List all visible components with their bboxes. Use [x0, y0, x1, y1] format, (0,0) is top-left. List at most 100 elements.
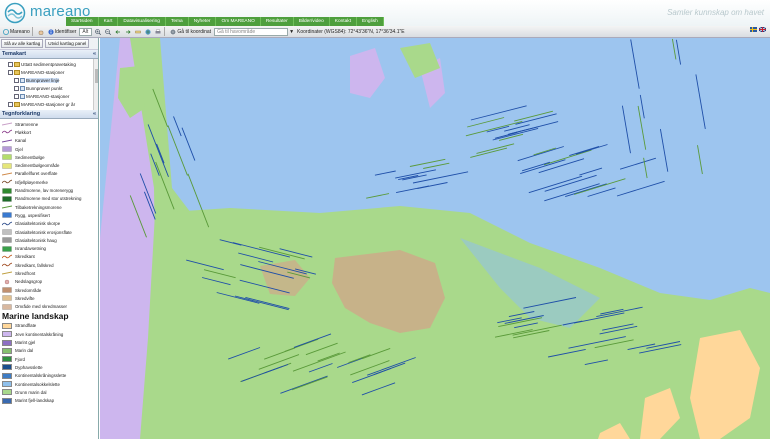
legend-swatch: [2, 262, 12, 267]
swedish-flag-icon[interactable]: [750, 27, 757, 32]
legend-swatch: [2, 196, 12, 202]
legend-label: Glasialtektonisk skorpe: [15, 221, 61, 227]
layer-checkbox[interactable]: [14, 77, 19, 83]
main-nav: Startsiden Kart Datavisualisering Tema Nyhet…: [66, 17, 384, 26]
legend-swatch: [2, 237, 12, 243]
legend-header[interactable]: Tegnforklaring «: [0, 110, 98, 119]
nav-item[interactable]: Om MAREANO: [216, 17, 261, 26]
back-button[interactable]: [115, 29, 122, 35]
legend-item: Glasialtektonisk erosjonsflate: [2, 228, 96, 236]
legend-label: Tilbaketrekningsmorene: [15, 204, 62, 210]
layer-tree-scrollbar[interactable]: [93, 59, 98, 110]
ruler-icon: [135, 30, 142, 33]
legend-rows: Strømrenne Pløkkort Kanal Gjel Sedimentbølge…: [2, 120, 96, 311]
uk-flag-icon[interactable]: [759, 27, 766, 32]
layer-label: MAREANO-stasjoner: [21, 69, 65, 75]
layer-tree-item[interactable]: Bunnprøver punkt: [2, 84, 96, 92]
map-toolbar: Mareano Identifiser Alt Gå til koordinat…: [0, 26, 770, 38]
legend-swatch: [2, 287, 12, 293]
layer-tree-item[interactable]: Uttatt sedimentprøvetaking: [2, 60, 96, 68]
hand-icon: [38, 30, 43, 35]
legend-swatch: [2, 221, 12, 225]
identify-tool[interactable]: Identifiser: [48, 28, 76, 35]
pan-tool[interactable]: [38, 29, 45, 35]
layer-label: MAREANO-stasjoner: [26, 93, 70, 99]
layer-checkbox[interactable]: [14, 85, 19, 91]
area-select[interactable]: Gå til havområde ▼: [214, 27, 294, 36]
expand-layer-panel-button[interactable]: Utvid kartlag panel: [45, 39, 90, 48]
theme-maps-header[interactable]: Temakart «: [0, 50, 98, 59]
map-canvas[interactable]: [100, 38, 770, 439]
legend-label: Pløkkort: [15, 129, 32, 135]
nav-item[interactable]: Kontakt: [330, 17, 358, 26]
nav-item[interactable]: Resultater: [261, 17, 294, 26]
nav-item[interactable]: Datavisualisering: [118, 17, 166, 26]
layer-tree-item[interactable]: MAREANO-stasjoner: [2, 92, 96, 100]
legend-item: Kanal: [2, 137, 96, 145]
landscape-swatch: [2, 339, 12, 346]
layer-checkbox[interactable]: [8, 61, 13, 67]
legend-item: Glasialtektonisk skorpe: [2, 220, 96, 228]
site-header: mareano Samler kunnskap om havet Startsi…: [0, 0, 770, 26]
nav-item[interactable]: Bilder/video: [294, 17, 330, 26]
forward-button[interactable]: [125, 29, 132, 35]
nav-item[interactable]: Startsiden: [66, 17, 99, 26]
legend-swatch: [2, 162, 12, 169]
measure-button[interactable]: [135, 29, 142, 35]
legend-label: Rygg, uspesifisert: [15, 212, 50, 218]
layer-tree-item[interactable]: Bunnprøver linje: [2, 76, 96, 84]
info-icon: [48, 28, 54, 35]
collapse-icon[interactable]: «: [93, 51, 96, 57]
scrollbar-thumb[interactable]: [95, 69, 98, 83]
turn-off-all-layers-button[interactable]: Slå av alle kartlag: [1, 39, 44, 48]
area-select-input: Gå til havområde: [214, 27, 289, 36]
theme-maps-title: Temakart: [2, 51, 27, 57]
landscape-swatch: [2, 356, 12, 363]
landscape-swatch: [2, 372, 12, 379]
map-svg[interactable]: [100, 38, 770, 439]
legend-label: Glasialtektonisk haug: [15, 237, 57, 243]
arrow-right-icon: [126, 29, 132, 34]
zoom-in-button[interactable]: [95, 28, 102, 35]
legend-swatch: [2, 245, 12, 252]
full-extent-button[interactable]: [145, 28, 152, 35]
toolbar-separator: [31, 27, 33, 36]
collapse-icon[interactable]: «: [93, 111, 96, 117]
legend-label: Skredkant, fallskred: [15, 262, 54, 268]
landscape-legend-item: Marin dal: [2, 347, 96, 355]
zoom-out-button[interactable]: [105, 28, 112, 35]
legend-swatch: [2, 172, 12, 176]
layer-tree-item[interactable]: MAREANO-stasjoner: [2, 68, 96, 76]
nav-item[interactable]: Tema: [166, 17, 189, 26]
landscape-legend-item: Marint fjell-landskap: [2, 397, 96, 405]
print-icon: [155, 28, 161, 33]
layer-tree-item[interactable]: MAREANO-stasjoner gr år: [2, 100, 96, 108]
mareano-home-button[interactable]: Mareano: [3, 29, 30, 35]
landscape-label: Dyphavsslette: [15, 364, 43, 370]
landscape-swatch: [2, 397, 12, 404]
nav-item[interactable]: Nyheter: [189, 17, 217, 26]
identify-select[interactable]: Alt: [79, 27, 93, 36]
layer-label: Bunnprøver linje: [26, 77, 60, 83]
folder-icon: [14, 101, 20, 107]
layer-checkbox[interactable]: [14, 93, 19, 99]
goto-coordinate-button[interactable]: Gå til koordinat: [170, 29, 211, 35]
landscape-legend-item: Kontinentalskråningsslette: [2, 372, 96, 380]
print-button[interactable]: [155, 28, 162, 35]
layer-checkbox[interactable]: [8, 101, 13, 107]
landscape-legend-item: Fjord: [2, 355, 96, 363]
landscape-rows: Strandflate Jevn kontinentalskråning Marin…: [2, 322, 96, 405]
legend-list: Strømrenne Pløkkort Kanal Gjel Sedimentbølge…: [0, 119, 98, 439]
landscape-legend-item: Strandflate: [2, 322, 96, 330]
layer-checkbox[interactable]: [8, 69, 13, 75]
legend-label: Strømrenne: [15, 121, 39, 127]
landscape-legend-item: Grunn marin dal: [2, 388, 96, 396]
nav-item[interactable]: Kart: [99, 17, 119, 26]
legend-item: Strømrenne: [2, 120, 96, 128]
nav-item[interactable]: English: [357, 17, 384, 26]
landscape-label: Marint gjel: [15, 340, 36, 346]
legend-item: Gjel: [2, 145, 96, 153]
legend-item: Skredkant, fallskred: [2, 261, 96, 269]
legend-item: Pløkkort: [2, 128, 96, 136]
legend-swatch: [2, 295, 12, 302]
